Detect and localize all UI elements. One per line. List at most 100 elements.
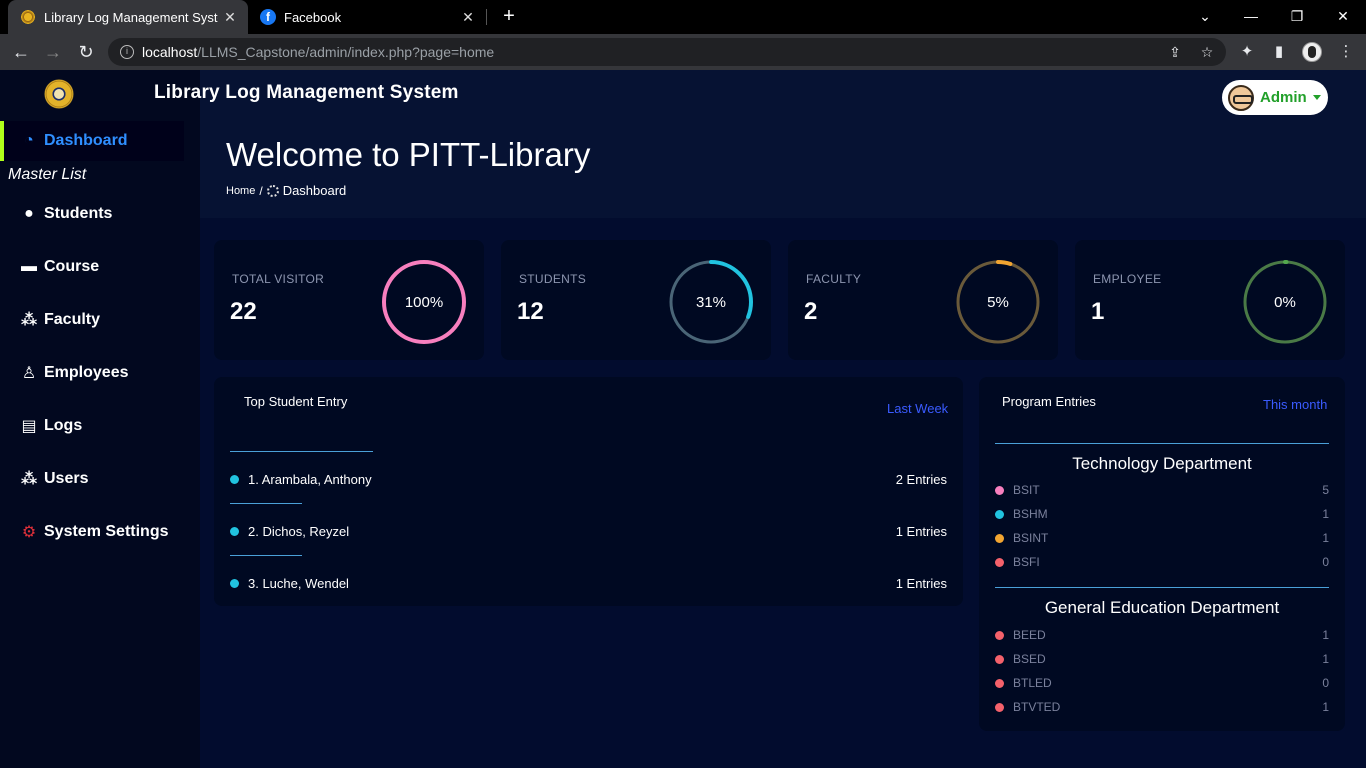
cogs-icon: ⚙ xyxy=(21,524,37,541)
stat-card-faculty: FACULTY 2 5% xyxy=(788,240,1058,360)
program-dot xyxy=(995,702,1004,712)
user-name: Admin xyxy=(1260,89,1307,106)
filter-this-month-link[interactable]: This month xyxy=(1263,397,1327,412)
program-row: BSED 1 xyxy=(995,650,1329,668)
spinner-icon xyxy=(266,184,279,197)
sidebar-item-faculty[interactable]: ⁂ Faculty xyxy=(0,300,184,340)
address-bar[interactable]: i localhost /LLMS_Capstone/admin/index.p… xyxy=(108,38,1226,66)
minimize-button[interactable]: — xyxy=(1228,0,1274,34)
divider xyxy=(230,503,302,504)
sidebar-item-employees[interactable]: ♙ Employees xyxy=(0,353,184,393)
sidebar-item-students[interactable]: ● Students xyxy=(0,194,184,234)
browser-toolbar: ← → ↻ i localhost /LLMS_Capstone/admin/i… xyxy=(0,34,1366,70)
browser-tab-bar: Library Log Management System ✕ f Facebo… xyxy=(0,0,1366,34)
sidebar-item-system-settings[interactable]: ⚙ System Settings xyxy=(0,512,184,552)
stat-value: 2 xyxy=(804,298,818,325)
maximize-button[interactable]: ❐ xyxy=(1274,0,1320,34)
top-student-entry-card: Top Student Entry Last Week 1. Arambala,… xyxy=(214,377,963,606)
program-dot xyxy=(995,654,1004,664)
sidebar-item-dashboard[interactable]: ◔ Dashboard xyxy=(0,121,184,161)
panel-title: Top Student Entry xyxy=(244,394,348,409)
back-icon[interactable]: ← xyxy=(8,39,34,65)
ring-percent: 31% xyxy=(695,293,727,311)
stat-label: EMPLOYEE xyxy=(1093,272,1162,286)
sidebar-item-label: Faculty xyxy=(44,311,101,328)
program-name: BSED xyxy=(1013,652,1046,666)
entry-count: 1 Entries xyxy=(895,575,947,591)
tab-close-icon[interactable]: ✕ xyxy=(218,9,242,26)
program-count: 1 xyxy=(1322,628,1329,642)
store-icon: ▬ xyxy=(21,258,37,275)
sidebar-item-label: System Settings xyxy=(44,523,169,540)
program-count: 0 xyxy=(1322,555,1329,569)
entry-count: 2 Entries xyxy=(895,471,947,487)
sidebar-item-users[interactable]: ⁂ Users xyxy=(0,459,184,499)
url-host: localhost xyxy=(142,44,198,60)
user-icon: ● xyxy=(24,205,34,222)
stat-card-total-visitor: TOTAL VISITOR 22 100% xyxy=(214,240,484,360)
ring-percent: 0% xyxy=(1274,293,1296,311)
program-row: BTLED 0 xyxy=(995,674,1329,692)
stat-value: 1 xyxy=(1091,298,1105,325)
program-entries-card: Program Entries This month Technology De… xyxy=(979,377,1345,731)
browser-profile-avatar[interactable] xyxy=(1302,42,1322,62)
side-panel-icon[interactable]: ▮ xyxy=(1269,42,1289,62)
program-dot xyxy=(995,557,1004,567)
stat-label: FACULTY xyxy=(806,272,862,286)
tab-facebook[interactable]: f Facebook ✕ xyxy=(250,0,486,34)
list-item: 2. Dichos, Reyzel 1 Entries xyxy=(230,521,947,541)
entry-count: 1 Entries xyxy=(895,523,947,539)
ring-percent: 5% xyxy=(987,293,1009,311)
tab-close-icon[interactable]: ✕ xyxy=(456,9,480,26)
program-name: BSINT xyxy=(1013,531,1049,545)
app-page: ◔ Dashboard Master List ● Students ▬ Cou… xyxy=(0,70,1366,768)
tab-library-log[interactable]: Library Log Management System ✕ xyxy=(8,0,248,34)
sidebar-item-label: Course xyxy=(44,258,100,275)
program-row: BEED 1 xyxy=(995,626,1329,644)
sidebar-item-label: Students xyxy=(44,205,113,222)
bookmark-star-icon[interactable]: ☆ xyxy=(1198,43,1216,61)
facebook-favicon-icon: f xyxy=(260,9,276,25)
filter-last-week-link[interactable]: Last Week xyxy=(887,401,948,416)
student-name: 1. Arambala, Anthony xyxy=(248,471,372,487)
program-dot xyxy=(995,509,1004,519)
program-name: BEED xyxy=(1013,628,1046,642)
site-info-icon[interactable]: i xyxy=(120,45,134,59)
department-title: Technology Department xyxy=(1072,454,1252,473)
program-dot xyxy=(995,485,1004,495)
ring-percent: 100% xyxy=(404,293,444,311)
program-count: 1 xyxy=(1322,652,1329,666)
share-icon[interactable]: ⇪ xyxy=(1166,43,1184,61)
program-name: BSIT xyxy=(1013,483,1040,497)
program-count: 5 xyxy=(1322,483,1329,497)
divider xyxy=(995,587,1329,588)
reload-icon[interactable]: ↻ xyxy=(73,39,99,65)
stat-card-employee: EMPLOYEE 1 0% xyxy=(1075,240,1345,360)
users-group-icon: ⁂ xyxy=(20,471,38,488)
extensions-icon[interactable]: ✦ xyxy=(1237,42,1257,62)
list-item: 1. Arambala, Anthony 2 Entries xyxy=(230,469,947,489)
forward-icon[interactable]: → xyxy=(40,39,66,65)
list-item: 3. Luche, Wendel 1 Entries xyxy=(230,573,947,593)
sidebar-item-label: Employees xyxy=(44,364,129,381)
breadcrumb-home-link[interactable]: Home xyxy=(226,185,255,197)
browser-menu-icon[interactable]: ⋮ xyxy=(1336,42,1356,62)
bullet-dot xyxy=(230,526,239,536)
user-menu-dropdown[interactable]: Admin xyxy=(1222,80,1328,115)
sidebar-item-course[interactable]: ▬ Course xyxy=(0,247,184,287)
tab-search-dropdown-icon[interactable]: ⌄ xyxy=(1182,0,1228,34)
window-close-button[interactable]: ✕ xyxy=(1320,0,1366,34)
stat-value: 22 xyxy=(230,298,257,325)
user-tie-icon: ♙ xyxy=(21,365,37,382)
divider xyxy=(230,555,302,556)
tab-title: Library Log Management System xyxy=(44,9,218,25)
student-name: 3. Luche, Wendel xyxy=(248,575,349,591)
new-tab-button[interactable]: + xyxy=(498,5,520,27)
sidebar-item-label: Users xyxy=(44,470,89,487)
page-title: Welcome to PITT-Library xyxy=(226,136,591,173)
program-name: BTVTED xyxy=(1013,700,1061,714)
program-row: BSFI 0 xyxy=(995,553,1329,571)
bullet-dot xyxy=(230,474,239,484)
sidebar-item-logs[interactable]: ▤ Logs xyxy=(0,406,184,446)
program-count: 1 xyxy=(1322,531,1329,545)
